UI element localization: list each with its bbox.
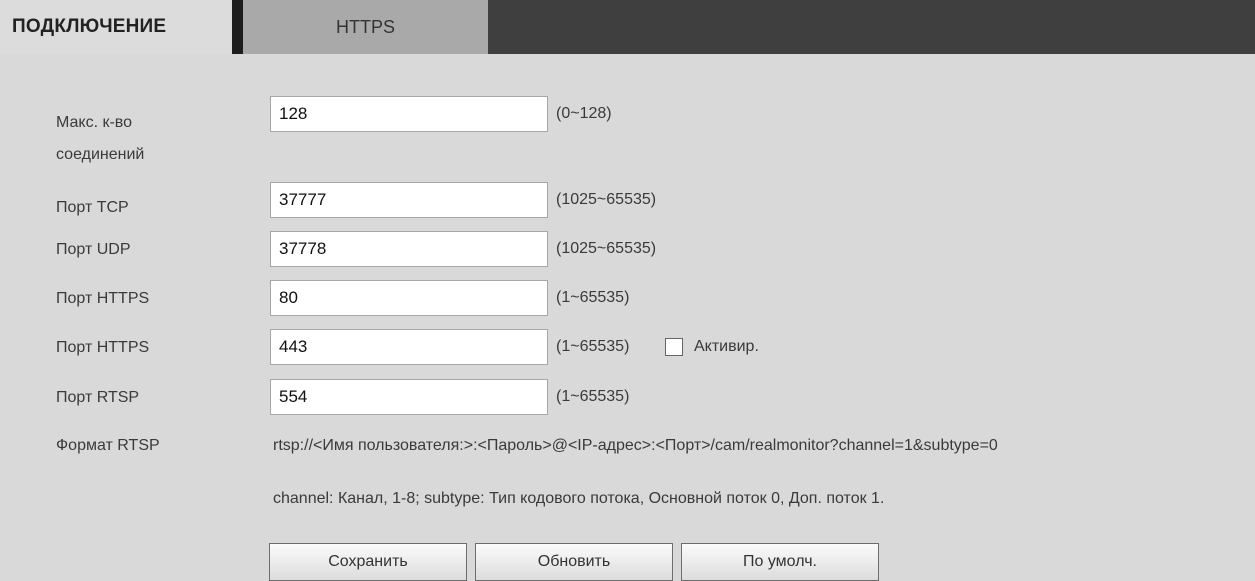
max-connections-input[interactable] — [270, 96, 548, 132]
save-button[interactable]: Сохранить — [269, 543, 467, 581]
refresh-button[interactable]: Обновить — [475, 543, 673, 581]
https-enable-label: Активир. — [694, 338, 759, 355]
udp-port-label: Порт UDP — [56, 241, 131, 258]
udp-port-input[interactable] — [270, 231, 548, 267]
tcp-port-input[interactable] — [270, 182, 548, 218]
max-connections-label-line2: соединений — [56, 146, 145, 163]
rtsp-format-label: Формат RTSP — [56, 437, 160, 454]
rtsp-format-note: channel: Канал, 1-8; subtype: Тип кодово… — [273, 490, 885, 507]
tab-connection[interactable]: ПОДКЛЮЧЕНИЕ — [0, 0, 232, 54]
rtsp-port-range: (1~65535) — [556, 388, 630, 405]
udp-port-range: (1025~65535) — [556, 240, 657, 257]
https-enable-checkbox[interactable] — [665, 338, 683, 356]
rtsp-port-input[interactable] — [270, 379, 548, 415]
rtsp-port-label: Порт RTSP — [56, 389, 140, 406]
http-port-label: Порт HTTPS — [56, 290, 150, 307]
tab-divider — [232, 0, 243, 54]
https-port-range: (1~65535) — [556, 338, 630, 355]
tcp-port-label: Порт TCP — [56, 199, 129, 216]
tab-https[interactable]: HTTPS — [243, 0, 488, 54]
https-port-input[interactable] — [270, 329, 548, 365]
https-port-label: Порт HTTPS — [56, 339, 150, 356]
default-button[interactable]: По умолч. — [681, 543, 879, 581]
max-connections-label-line1: Макс. к-во — [56, 114, 133, 131]
tab-bar: ПОДКЛЮЧЕНИЕ HTTPS — [0, 0, 1255, 54]
rtsp-format-url: rtsp://<Имя пользователя:>:<Пароль>@<IP-… — [273, 437, 998, 454]
http-port-input[interactable] — [270, 280, 548, 316]
tcp-port-range: (1025~65535) — [556, 191, 657, 208]
max-connections-range: (0~128) — [556, 105, 612, 122]
http-port-range: (1~65535) — [556, 289, 630, 306]
